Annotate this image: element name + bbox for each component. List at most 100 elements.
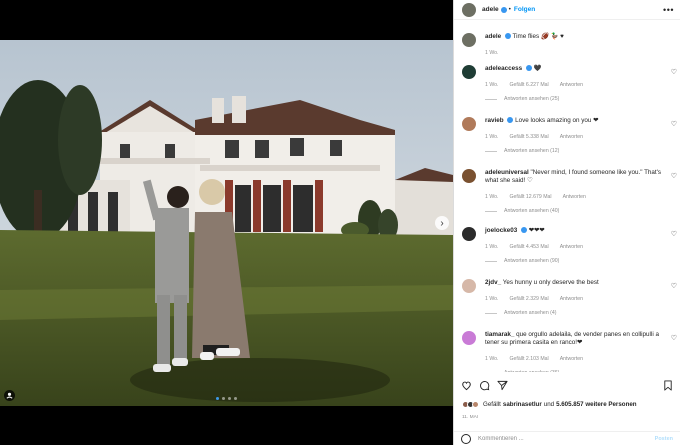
comment-input[interactable]	[478, 435, 638, 442]
view-replies-button[interactable]: Antworten ansehen (40)	[485, 208, 666, 214]
instagram-post-page: › adele • Folgen ••• adele Time flies 🏈 …	[0, 0, 680, 445]
carousel-dot	[222, 397, 225, 400]
caption-username[interactable]: adele	[485, 33, 501, 40]
comment-reply-button[interactable]: Antworten	[560, 82, 583, 88]
comment-time[interactable]: 1 Wo.	[485, 296, 498, 302]
share-paper-plane-icon[interactable]	[496, 379, 509, 392]
comment-likes[interactable]: Gefällt 2.329 Mal	[509, 296, 548, 302]
view-replies-label: Antworten ansehen (4)	[504, 310, 557, 316]
caption-avatar[interactable]	[462, 33, 476, 47]
comment-time[interactable]: 1 Wo.	[485, 194, 498, 200]
commenter-username[interactable]: joelocke03	[485, 227, 517, 234]
comment-like-heart-icon[interactable]: ♡	[671, 230, 677, 238]
view-replies-label: Antworten ansehen (90)	[504, 258, 560, 264]
carousel-dot	[216, 397, 219, 400]
replies-divider	[485, 260, 497, 262]
view-replies-button[interactable]: Antworten ansehen (25)	[485, 96, 666, 102]
comment-composer: Posten	[454, 431, 680, 445]
post-header: adele • Folgen •••	[454, 0, 680, 20]
comment-reply-button[interactable]: Antworten	[560, 356, 583, 362]
comment-reply-button[interactable]: Antworten	[560, 296, 583, 302]
comment-item: adeleaccess 🖤 1 Wo. Gefällt 6.227 Mal An…	[454, 58, 680, 110]
verified-badge-icon	[504, 33, 511, 40]
comment-text: Yes hunny u only deserve the best	[502, 279, 599, 286]
replies-divider	[485, 150, 497, 152]
comment-reply-button[interactable]: Antworten	[560, 244, 583, 250]
caption-time[interactable]: 1 Wo.	[485, 50, 498, 56]
comment-likes[interactable]: Gefällt 6.227 Mal	[509, 82, 548, 88]
likes-user[interactable]: sabrinasetlur	[503, 401, 542, 408]
verified-badge-icon	[500, 6, 507, 13]
view-replies-button[interactable]: Antworten ansehen (36)	[485, 370, 666, 372]
commenter-avatar[interactable]	[462, 331, 476, 345]
bookmark-icon[interactable]	[661, 379, 674, 392]
replies-divider	[485, 210, 497, 212]
carousel-dot	[234, 397, 237, 400]
comment-time[interactable]: 1 Wo.	[485, 244, 498, 250]
commenter-avatar[interactable]	[462, 65, 476, 79]
commenter-username[interactable]: adeleaccess	[485, 65, 522, 72]
commenter-avatar[interactable]	[462, 279, 476, 293]
view-replies-label: Antworten ansehen (25)	[504, 96, 560, 102]
caption: adele Time flies 🏈 🦆 ♥ 1 Wo.	[454, 26, 680, 58]
comment-like-heart-icon[interactable]: ♡	[671, 334, 677, 342]
comment-like-heart-icon[interactable]: ♡	[671, 68, 677, 76]
replies-divider	[485, 98, 497, 100]
commenter-username[interactable]: 2jdv_	[485, 279, 501, 286]
view-replies-label: Antworten ansehen (40)	[504, 208, 560, 214]
comment-item: adeleuniversal "Never mind, I found some…	[454, 162, 680, 220]
carousel-dots	[0, 397, 453, 400]
like-heart-icon[interactable]	[460, 379, 473, 392]
post-comment-button[interactable]: Posten	[655, 436, 673, 442]
author-avatar[interactable]	[462, 2, 476, 17]
comment-likes[interactable]: Gefällt 2.103 Mal	[509, 356, 548, 362]
likes-summary: Gefällt sabrinasetlur und 5.605.857 weit…	[462, 401, 637, 408]
comment-time[interactable]: 1 Wo.	[485, 134, 498, 140]
caption-text: Time flies 🏈 🦆 ♥	[512, 33, 564, 40]
verified-badge-icon	[507, 117, 514, 124]
comment-bubble-icon[interactable]	[478, 379, 491, 392]
comment-likes[interactable]: Gefällt 12.679 Mal	[509, 194, 551, 200]
likes-count[interactable]: 5.605.857 weitere Personen	[556, 401, 637, 408]
emoji-smiley-icon[interactable]	[461, 433, 471, 444]
post-date[interactable]: 11. MAI	[462, 415, 478, 420]
comment-reply-button[interactable]: Antworten	[560, 134, 583, 140]
comments-list: adele Time flies 🏈 🦆 ♥ 1 Wo. adeleaccess…	[454, 26, 680, 372]
comment-text: 🖤	[533, 65, 542, 72]
view-replies-label: Antworten ansehen (36)	[504, 370, 559, 372]
chevron-right-icon: ›	[440, 217, 444, 229]
comment-likes[interactable]: Gefällt 4.453 Mal	[509, 244, 548, 250]
comment-like-heart-icon[interactable]: ♡	[671, 282, 677, 290]
carousel-next-button[interactable]: ›	[435, 216, 449, 230]
follow-button[interactable]: Folgen	[514, 6, 535, 13]
comment-likes[interactable]: Gefällt 5.338 Mal	[509, 134, 548, 140]
comment-text: ❤❤❤	[528, 227, 545, 234]
commenter-username[interactable]: adeleuniversal	[485, 169, 529, 176]
more-options-icon[interactable]: •••	[663, 5, 674, 15]
view-replies-button[interactable]: Antworten ansehen (90)	[485, 258, 666, 264]
view-replies-button[interactable]: Antworten ansehen (12)	[485, 148, 666, 154]
user-tag-icon[interactable]	[4, 390, 15, 401]
comment-item: tiamarak_ que orgullo adelaila, de vende…	[454, 324, 680, 372]
comment-item: joelocke03 ❤❤❤ 1 Wo. Gefällt 4.453 Mal A…	[454, 220, 680, 272]
post-photo: ›	[0, 40, 453, 406]
likes-prefix: Gefällt	[483, 401, 501, 408]
media-area: ›	[0, 0, 453, 445]
commenter-username[interactable]: ravieb	[485, 117, 504, 124]
author-username[interactable]: adele	[482, 6, 499, 13]
commenter-username[interactable]: tiamarak_	[485, 331, 514, 338]
liker-avatars	[462, 401, 479, 408]
comment-time[interactable]: 1 Wo.	[485, 82, 498, 88]
comment-text: Love looks amazing on you ❤	[515, 117, 599, 124]
comment-like-heart-icon[interactable]: ♡	[671, 120, 677, 128]
commenter-avatar[interactable]	[462, 227, 476, 241]
comment-reply-button[interactable]: Antworten	[563, 194, 586, 200]
verified-badge-icon	[525, 65, 532, 72]
comment-like-heart-icon[interactable]: ♡	[671, 172, 677, 180]
comment-time[interactable]: 1 Wo.	[485, 356, 498, 362]
commenter-avatar[interactable]	[462, 169, 476, 183]
view-replies-button[interactable]: Antworten ansehen (4)	[485, 310, 666, 316]
comment-item: ravieb Love looks amazing on you ❤ 1 Wo.…	[454, 110, 680, 162]
commenter-avatar[interactable]	[462, 117, 476, 131]
likes-middle: und	[543, 401, 555, 408]
